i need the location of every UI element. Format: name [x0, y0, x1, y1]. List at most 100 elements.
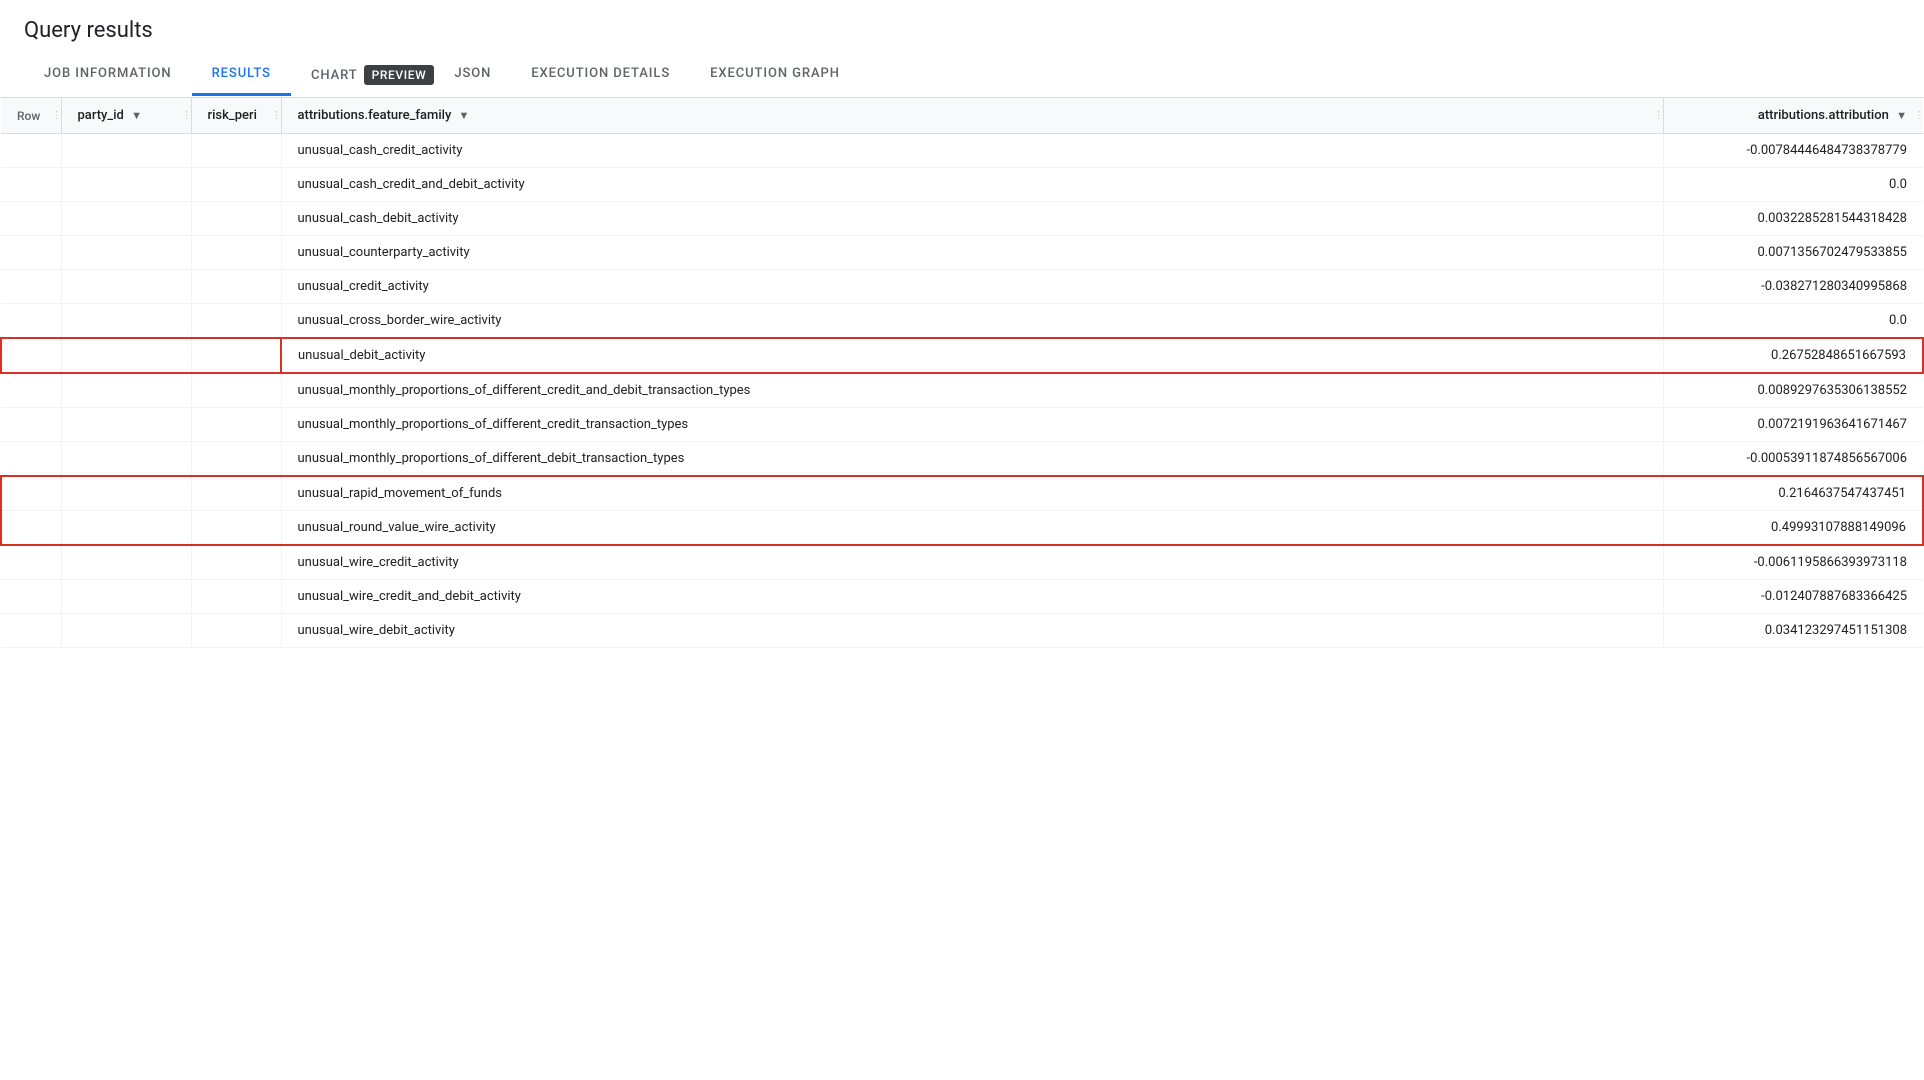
cell-attribution: 0.0071356702479533855 — [1663, 236, 1923, 270]
cell-feature-family: unusual_debit_activity — [281, 338, 1663, 373]
cell-risk-peri — [191, 511, 281, 546]
table-row: unusual_debit_activity0.2675284865166759… — [1, 338, 1923, 373]
tab-chart-label[interactable]: CHART — [311, 68, 358, 83]
table-row: unusual_monthly_proportions_of_different… — [1, 408, 1923, 442]
cell-risk-peri — [191, 168, 281, 202]
cell-party-id — [61, 134, 191, 168]
cell-row-number — [1, 270, 61, 304]
table-row: unusual_cross_border_wire_activity0.0 — [1, 304, 1923, 339]
tab-json[interactable]: JSON — [434, 54, 511, 96]
cell-attribution: 0.49993107888149096 — [1663, 511, 1923, 546]
resize-handle-row[interactable]: ⋮ — [53, 108, 61, 124]
table-container: Row ⋮ party_id ▼ ⋮ risk_peri ⋮ attributi… — [0, 98, 1924, 648]
resize-handle-party[interactable]: ⋮ — [183, 108, 191, 124]
cell-risk-peri — [191, 236, 281, 270]
sort-icon-attribution[interactable]: ▼ — [1896, 109, 1907, 122]
cell-risk-peri — [191, 476, 281, 511]
cell-party-id — [61, 580, 191, 614]
page-title: Query results — [0, 0, 1924, 53]
col-header-row: Row ⋮ — [1, 98, 61, 134]
cell-risk-peri — [191, 545, 281, 580]
cell-risk-peri — [191, 373, 281, 408]
cell-row-number — [1, 168, 61, 202]
cell-row-number — [1, 236, 61, 270]
cell-risk-peri — [191, 614, 281, 648]
cell-feature-family: unusual_credit_activity — [281, 270, 1663, 304]
table-body: unusual_cash_credit_activity-0.007844464… — [1, 134, 1923, 648]
cell-attribution: 0.0 — [1663, 304, 1923, 339]
tab-job-information[interactable]: JOB INFORMATION — [24, 54, 192, 96]
cell-row-number — [1, 442, 61, 477]
table-row: unusual_wire_debit_activity0.03412329745… — [1, 614, 1923, 648]
table-row: unusual_credit_activity-0.03827128034099… — [1, 270, 1923, 304]
table-row: unusual_wire_credit_and_debit_activity-0… — [1, 580, 1923, 614]
cell-attribution: -0.0061195866393973118 — [1663, 545, 1923, 580]
resize-handle-attribution[interactable]: ⋮ — [1915, 108, 1923, 124]
cell-party-id — [61, 338, 191, 373]
table-row: unusual_rapid_movement_of_funds0.2164637… — [1, 476, 1923, 511]
cell-party-id — [61, 202, 191, 236]
table-row: unusual_counterparty_activity0.007135670… — [1, 236, 1923, 270]
cell-risk-peri — [191, 134, 281, 168]
cell-feature-family: unusual_wire_credit_and_debit_activity — [281, 580, 1663, 614]
cell-row-number — [1, 511, 61, 546]
cell-risk-peri — [191, 408, 281, 442]
col-header-attribution: attributions.attribution ▼ ⋮ — [1663, 98, 1923, 134]
cell-feature-family: unusual_cash_debit_activity — [281, 202, 1663, 236]
cell-feature-family: unusual_cash_credit_activity — [281, 134, 1663, 168]
cell-feature-family: unusual_counterparty_activity — [281, 236, 1663, 270]
content-area: Row ⋮ party_id ▼ ⋮ risk_peri ⋮ attributi… — [0, 98, 1924, 648]
cell-attribution: 0.26752848651667593 — [1663, 338, 1923, 373]
cell-party-id — [61, 614, 191, 648]
table-header-row: Row ⋮ party_id ▼ ⋮ risk_peri ⋮ attributi… — [1, 98, 1923, 134]
tab-execution-details[interactable]: EXECUTION DETAILS — [511, 54, 690, 96]
tab-bar: JOB INFORMATION RESULTS CHART PREVIEW JS… — [0, 53, 1924, 98]
cell-row-number — [1, 545, 61, 580]
sort-icon-feature-family[interactable]: ▼ — [459, 109, 470, 122]
cell-party-id — [61, 304, 191, 339]
cell-attribution: 0.0 — [1663, 168, 1923, 202]
cell-row-number — [1, 134, 61, 168]
cell-party-id — [61, 476, 191, 511]
cell-feature-family: unusual_rapid_movement_of_funds — [281, 476, 1663, 511]
results-table: Row ⋮ party_id ▼ ⋮ risk_peri ⋮ attributi… — [0, 98, 1924, 648]
cell-feature-family: unusual_monthly_proportions_of_different… — [281, 442, 1663, 477]
sort-icon-party-id[interactable]: ▼ — [131, 109, 142, 122]
tab-execution-graph[interactable]: EXECUTION GRAPH — [690, 54, 860, 96]
preview-badge: PREVIEW — [364, 65, 435, 85]
table-row: unusual_cash_credit_activity-0.007844464… — [1, 134, 1923, 168]
cell-party-id — [61, 373, 191, 408]
cell-attribution: 0.0032285281544318428 — [1663, 202, 1923, 236]
cell-attribution: 0.0089297635306138552 — [1663, 373, 1923, 408]
cell-attribution: -0.00053911874856567006 — [1663, 442, 1923, 477]
cell-risk-peri — [191, 270, 281, 304]
cell-feature-family: unusual_cash_credit_and_debit_activity — [281, 168, 1663, 202]
cell-risk-peri — [191, 442, 281, 477]
cell-feature-family: unusual_monthly_proportions_of_different… — [281, 373, 1663, 408]
cell-attribution: 0.2164637547437451 — [1663, 476, 1923, 511]
cell-attribution: -0.012407887683366425 — [1663, 580, 1923, 614]
cell-row-number — [1, 304, 61, 339]
resize-handle-risk[interactable]: ⋮ — [273, 108, 281, 124]
cell-row-number — [1, 614, 61, 648]
cell-party-id — [61, 270, 191, 304]
cell-risk-peri — [191, 580, 281, 614]
cell-party-id — [61, 442, 191, 477]
col-header-risk-peri: risk_peri ⋮ — [191, 98, 281, 134]
table-row: unusual_wire_credit_activity-0.006119586… — [1, 545, 1923, 580]
cell-row-number — [1, 373, 61, 408]
cell-attribution: -0.038271280340995868 — [1663, 270, 1923, 304]
cell-row-number — [1, 202, 61, 236]
cell-feature-family: unusual_round_value_wire_activity — [281, 511, 1663, 546]
tab-results[interactable]: RESULTS — [192, 54, 291, 96]
cell-attribution: -0.007844464847383787​79 — [1663, 134, 1923, 168]
col-header-feature-family: attributions.feature_family ▼ ⋮ — [281, 98, 1663, 134]
cell-row-number — [1, 338, 61, 373]
cell-feature-family: unusual_monthly_proportions_of_different… — [281, 408, 1663, 442]
resize-handle-feature[interactable]: ⋮ — [1655, 108, 1663, 124]
cell-risk-peri — [191, 304, 281, 339]
table-row: unusual_cash_credit_and_debit_activity0.… — [1, 168, 1923, 202]
table-row: unusual_round_value_wire_activity0.49993… — [1, 511, 1923, 546]
tab-chart-preview-group[interactable]: CHART PREVIEW — [291, 53, 434, 97]
cell-party-id — [61, 511, 191, 546]
